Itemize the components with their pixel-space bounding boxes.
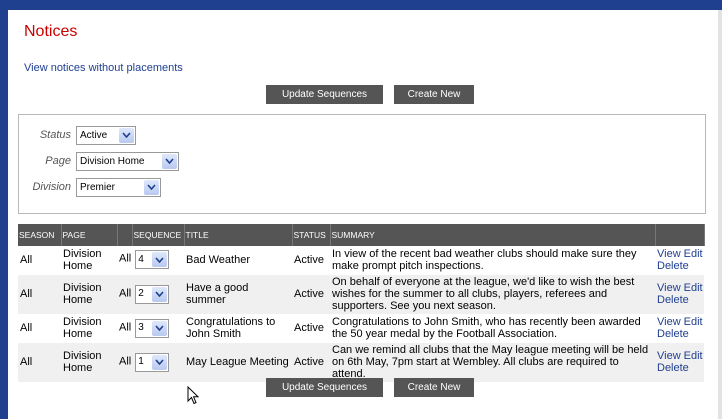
actions-cell: View Edit Delete — [655, 246, 704, 275]
table-row: All Division Home All 3 Congratulations t… — [18, 314, 704, 343]
mouse-pointer-icon — [187, 386, 200, 405]
chevron-down-icon[interactable] — [152, 252, 168, 268]
actions-cell: View Edit Delete — [655, 342, 704, 383]
delete-link[interactable]: Delete — [657, 294, 689, 306]
top-border — [0, 0, 722, 10]
all-label: All — [119, 287, 132, 299]
view-link[interactable]: View — [657, 282, 681, 294]
view-without-placements-link[interactable]: View notices without placements — [24, 62, 183, 74]
status-select-value: Active — [80, 129, 108, 141]
edit-link[interactable]: Edit — [684, 350, 703, 362]
edit-link[interactable]: Edit — [684, 282, 703, 294]
sequence-cell: All 3 — [117, 314, 184, 343]
page-filter-row: Page Division Home — [19, 151, 179, 171]
summary-cell: Congratulations to John Smith, who has r… — [330, 314, 655, 343]
table-row: All Division Home All 1 May League Meetin… — [18, 342, 704, 383]
actions-cell: View Edit Delete — [655, 314, 704, 343]
division-select-value: Premier — [80, 181, 116, 193]
status-cell: Active — [292, 342, 330, 383]
chevron-down-icon[interactable] — [162, 153, 177, 169]
col-header-actions — [655, 224, 705, 246]
status-cell: Active — [292, 274, 330, 315]
app-frame: Notices View notices without placements … — [0, 0, 722, 419]
update-sequences-button-top[interactable]: Update Sequences — [266, 85, 383, 104]
view-link[interactable]: View — [657, 350, 681, 362]
season-cell: All — [18, 274, 61, 315]
edit-link[interactable]: Edit — [684, 316, 703, 328]
col-header-page: PAGE — [61, 224, 118, 246]
sequence-select[interactable]: 3 — [135, 318, 170, 338]
filter-panel: Status Active Page Division Home Divisio… — [18, 114, 706, 214]
division-label: Division — [32, 181, 71, 193]
delete-link[interactable]: Delete — [657, 328, 689, 340]
season-cell: All — [18, 342, 61, 383]
chevron-down-icon[interactable] — [144, 179, 159, 195]
summary-cell: In view of the recent bad weather clubs … — [330, 246, 655, 275]
col-header-blank — [117, 224, 133, 246]
page-title: Notices — [24, 23, 78, 40]
view-link[interactable]: View — [657, 248, 681, 260]
update-sequences-button-bottom[interactable]: Update Sequences — [266, 378, 383, 397]
division-filter-row: Division Premier — [19, 177, 161, 197]
notices-table: SEASON PAGE SEQUENCE TITLE STATUS SUMMAR… — [18, 224, 705, 383]
page-cell: Division Home — [61, 246, 117, 275]
season-cell: All — [18, 246, 61, 275]
left-border — [0, 0, 8, 419]
right-border — [718, 10, 722, 419]
sequence-select[interactable]: 4 — [135, 250, 170, 270]
main-content: Notices View notices without placements … — [17, 10, 717, 419]
col-header-season: SEASON — [18, 224, 62, 246]
title-cell: Congratulations to John Smith — [184, 314, 292, 343]
sequence-select[interactable]: 2 — [135, 284, 170, 304]
chevron-down-icon[interactable] — [152, 320, 168, 336]
sequence-value: 2 — [138, 288, 144, 299]
page-cell: Division Home — [61, 274, 117, 315]
sequence-value: 4 — [138, 253, 144, 265]
page-select-value: Division Home — [80, 155, 145, 167]
summary-cell: Can we remind all clubs that the May lea… — [330, 342, 655, 383]
create-new-button-top[interactable]: Create New — [394, 85, 474, 104]
delete-link[interactable]: Delete — [657, 260, 689, 272]
chevron-down-icon[interactable] — [152, 354, 168, 370]
status-cell: Active — [292, 246, 330, 275]
page-label: Page — [45, 155, 71, 167]
page-cell: Division Home — [61, 314, 117, 343]
status-select[interactable]: Active — [76, 125, 136, 145]
sequence-value: 1 — [138, 356, 144, 367]
sequence-cell: All 1 — [117, 342, 184, 383]
col-header-title: TITLE — [184, 224, 293, 246]
status-label: Status — [39, 129, 71, 141]
sequence-cell: All 4 — [117, 246, 184, 275]
view-link[interactable]: View — [657, 316, 681, 328]
page-cell: Division Home — [61, 342, 117, 383]
summary-cell: On behalf of everyone at the league, we'… — [330, 274, 655, 315]
status-filter-row: Status Active — [19, 125, 136, 145]
table-row: All Division Home All 2 Have a good summe… — [18, 274, 704, 315]
sequence-cell: All 2 — [117, 274, 184, 315]
table-header-row: SEASON PAGE SEQUENCE TITLE STATUS SUMMAR… — [18, 224, 705, 246]
delete-link[interactable]: Delete — [657, 362, 689, 374]
title-cell: May League Meeting — [184, 342, 292, 383]
all-label: All — [119, 355, 132, 367]
create-new-button-bottom[interactable]: Create New — [394, 378, 474, 397]
title-cell: Bad Weather — [184, 246, 292, 275]
chevron-down-icon[interactable] — [119, 127, 134, 143]
edit-link[interactable]: Edit — [684, 248, 703, 260]
table-row: All Division Home All 4 Bad Weather Activ… — [18, 246, 704, 275]
col-header-sequence: SEQUENCE — [132, 224, 185, 246]
sequence-value: 3 — [138, 322, 144, 333]
actions-cell: View Edit Delete — [655, 274, 704, 315]
season-cell: All — [18, 314, 61, 343]
chevron-down-icon[interactable] — [152, 286, 168, 302]
division-select[interactable]: Premier — [76, 177, 161, 197]
sequence-select[interactable]: 1 — [135, 352, 170, 372]
all-label: All — [119, 252, 132, 265]
col-header-status: STATUS — [292, 224, 331, 246]
status-cell: Active — [292, 314, 330, 343]
col-header-summary: SUMMARY — [330, 224, 656, 246]
all-label: All — [119, 321, 132, 333]
page-select[interactable]: Division Home — [76, 151, 179, 171]
title-cell: Have a good summer — [184, 274, 292, 315]
